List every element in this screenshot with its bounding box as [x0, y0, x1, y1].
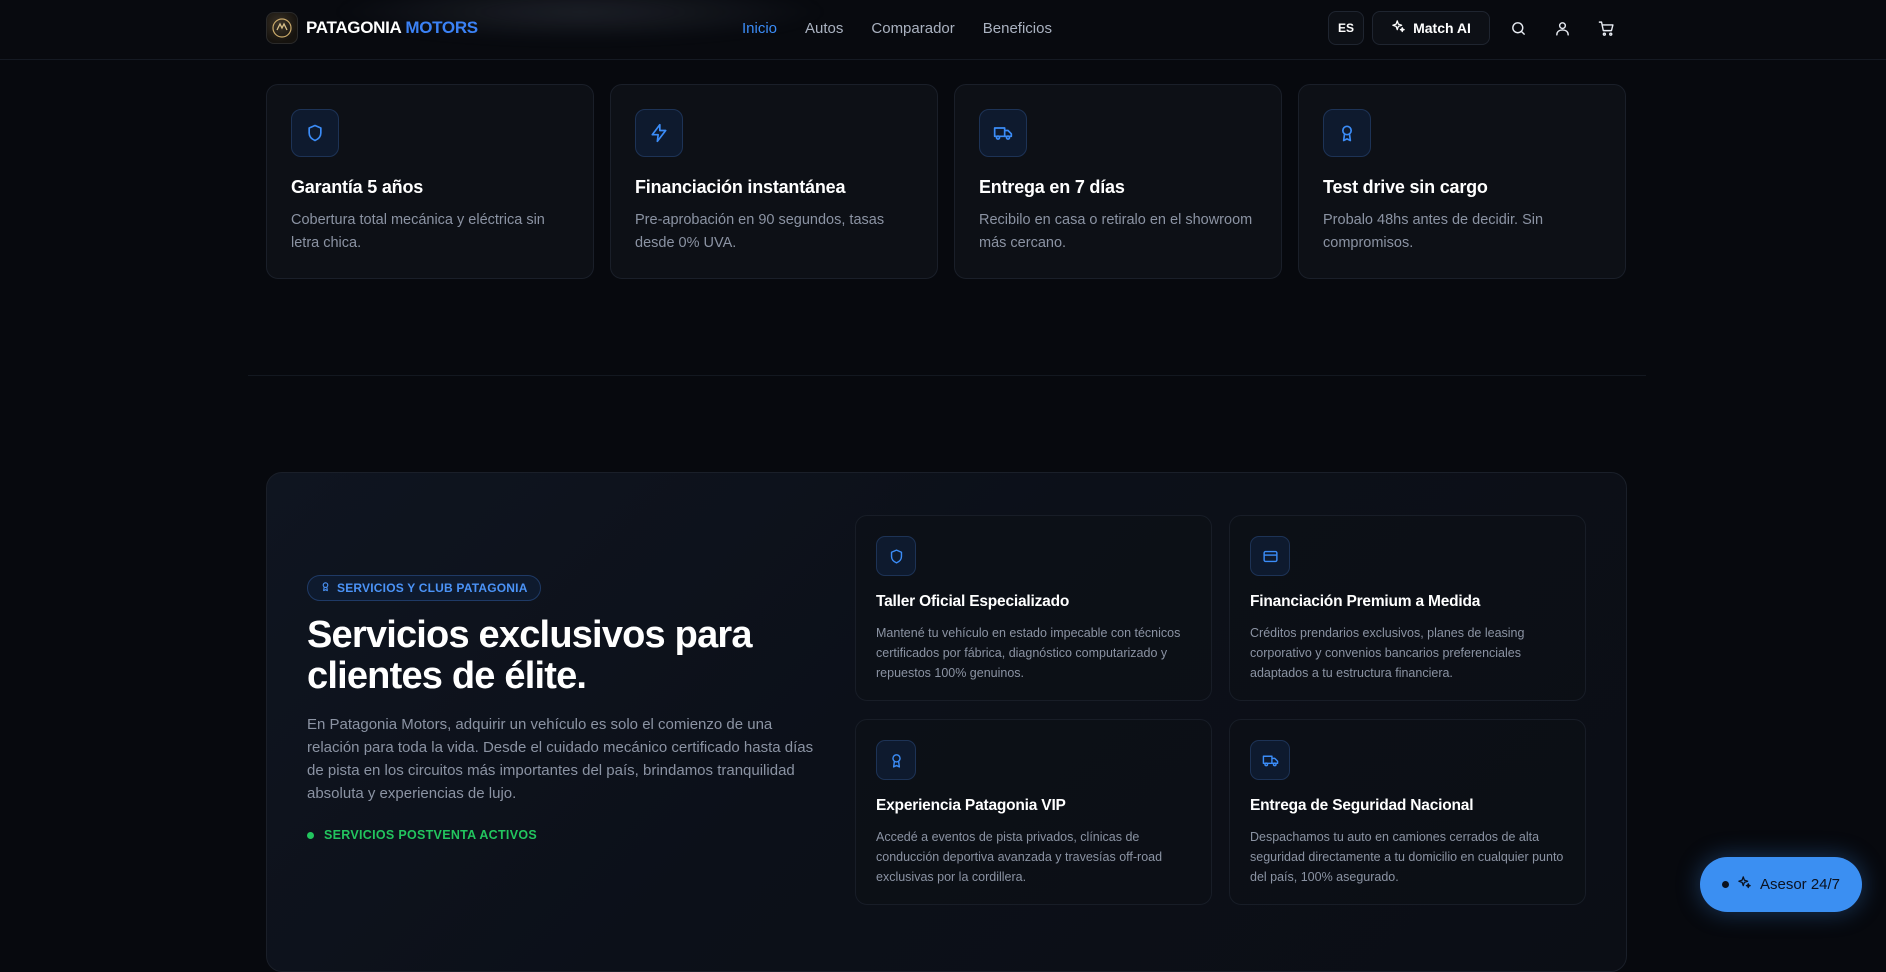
- service-card-workshop: Taller Oficial Especializado Mantené tu …: [855, 515, 1212, 701]
- services-status: SERVICIOS POSTVENTA ACTIVOS: [307, 828, 537, 842]
- section-divider: [248, 375, 1646, 376]
- services-title: Servicios exclusivos para clientes de él…: [307, 614, 753, 697]
- feature-title: Financiación instantánea: [635, 177, 846, 197]
- match-ai-label: Match AI: [1413, 20, 1471, 36]
- feature-title: Test drive sin cargo: [1323, 177, 1488, 197]
- service-card-financing: Financiación Premium a Medida Créditos p…: [1229, 515, 1586, 701]
- feature-description: Recibilo en casa o retiralo en el showro…: [979, 212, 1253, 251]
- award-icon: [1323, 109, 1371, 157]
- status-dot: [307, 831, 314, 839]
- service-description: Despachamos tu auto en camiones cerrados…: [1250, 830, 1564, 884]
- feature-title: Garantía 5 años: [291, 177, 424, 197]
- feature-description: Cobertura total mecánica y eléctrica sin…: [291, 212, 545, 251]
- feature-card-test-drive: Test drive sin cargo Probalo 48hs antes …: [1298, 84, 1626, 279]
- service-title: Entrega de Seguridad Nacional: [1250, 797, 1474, 814]
- service-title: Financiación Premium a Medida: [1250, 593, 1481, 610]
- feature-description: Pre-aprobación en 90 segundos, tasas des…: [635, 212, 885, 251]
- service-card-vip: Experiencia Patagonia VIP Accedé a event…: [855, 719, 1212, 905]
- feature-description: Probalo 48hs antes de decidir. Sin compr…: [1323, 212, 1544, 251]
- award-icon: [876, 740, 916, 780]
- services-description: En Patagonia Motors, adquirir un vehícul…: [307, 716, 814, 802]
- sparkles-icon: [1737, 875, 1752, 894]
- service-title: Taller Oficial Especializado: [876, 593, 1070, 610]
- lightning-icon: [635, 109, 683, 157]
- search-icon[interactable]: [1507, 17, 1529, 39]
- main-nav: Inicio Autos Comparador Beneficios: [742, 0, 1052, 56]
- nav-item-beneficios[interactable]: Beneficios: [983, 20, 1052, 37]
- feature-title: Entrega en 7 días: [979, 177, 1125, 197]
- truck-icon: [979, 109, 1027, 157]
- brand-logo-icon: [266, 12, 298, 44]
- service-card-delivery: Entrega de Seguridad Nacional Despachamo…: [1229, 719, 1586, 905]
- feature-card-delivery: Entrega en 7 días Recibilo en casa o ret…: [954, 84, 1282, 279]
- advisor-chat-button[interactable]: Asesor 24/7: [1700, 857, 1862, 912]
- shield-icon: [876, 536, 916, 576]
- brand-name: PATAGONIA MOTORS: [306, 18, 478, 38]
- advisor-chat-label: Asesor 24/7: [1759, 876, 1841, 893]
- sparkles-icon: [1391, 19, 1406, 37]
- services-section: SERVICIOS Y CLUB PATAGONIA Servicios exc…: [266, 472, 1627, 972]
- language-button[interactable]: ES: [1328, 11, 1364, 45]
- brand-name-part2: MOTORS: [405, 18, 478, 37]
- service-description: Créditos prendarios exclusivos, planes d…: [1250, 626, 1525, 680]
- service-description: Mantené tu vehículo en estado impecable …: [876, 626, 1181, 680]
- award-icon: [320, 581, 331, 595]
- online-dot: [1721, 881, 1729, 888]
- service-title: Experiencia Patagonia VIP: [876, 797, 1066, 814]
- shield-icon: [291, 109, 339, 157]
- nav-item-autos[interactable]: Autos: [805, 20, 843, 37]
- cart-icon[interactable]: [1595, 17, 1617, 39]
- service-description: Accedé a eventos de pista privados, clín…: [876, 830, 1163, 884]
- top-navbar: PATAGONIA MOTORS Inicio Autos Comparador…: [0, 0, 1886, 60]
- brand[interactable]: PATAGONIA MOTORS: [266, 12, 478, 44]
- credit-card-icon: [1250, 536, 1290, 576]
- brand-name-part1: PATAGONIA: [306, 18, 401, 37]
- nav-item-comparador[interactable]: Comparador: [871, 20, 954, 37]
- user-icon[interactable]: [1551, 17, 1573, 39]
- services-badge-label: SERVICIOS Y CLUB PATAGONIA: [337, 581, 528, 595]
- feature-card-warranty: Garantía 5 años Cobertura total mecánica…: [266, 84, 594, 279]
- services-badge: SERVICIOS Y CLUB PATAGONIA: [307, 575, 541, 601]
- services-status-label: SERVICIOS POSTVENTA ACTIVOS: [324, 828, 537, 842]
- feature-card-financing: Financiación instantánea Pre-aprobación …: [610, 84, 938, 279]
- nav-item-inicio[interactable]: Inicio: [742, 20, 777, 37]
- truck-icon: [1250, 740, 1290, 780]
- match-ai-button[interactable]: Match AI: [1372, 11, 1490, 45]
